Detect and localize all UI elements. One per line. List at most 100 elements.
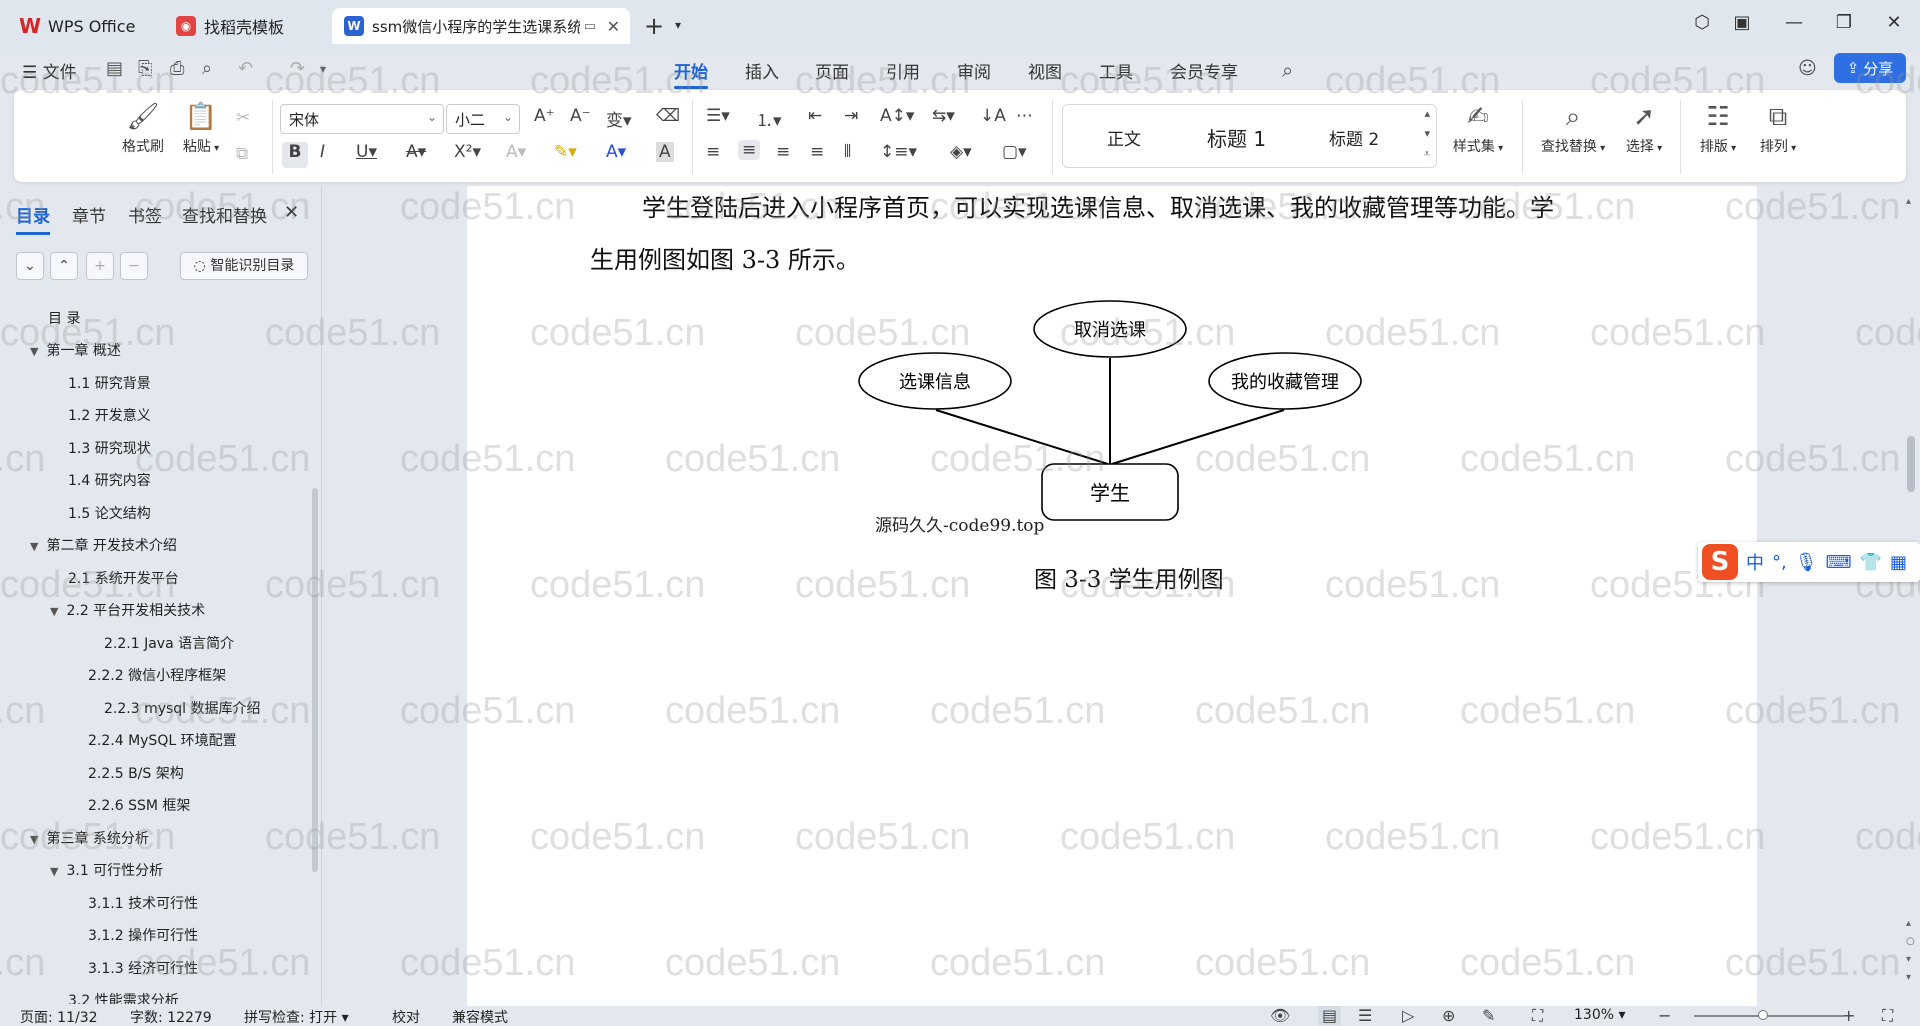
cube-icon[interactable]: ⬡ <box>1688 12 1716 33</box>
toc-entry-11[interactable]: 2.2.2 微信小程序框架 <box>88 665 226 685</box>
outline-view-icon[interactable]: ☰ <box>1358 1006 1372 1025</box>
toc-entry-16[interactable]: ▼ 第三章 系统分析 <box>30 828 149 848</box>
toc-entry-19[interactable]: 3.1.2 操作可行性 <box>88 925 198 945</box>
menu-member[interactable]: 会员专享 <box>1170 58 1238 83</box>
underline-button[interactable]: U▾ <box>356 142 377 162</box>
remove-entry-icon[interactable]: − <box>120 252 148 280</box>
fullscreen-icon[interactable]: ⛶ <box>1882 1006 1893 1026</box>
eye-protection-icon[interactable]: 👁 <box>1270 1006 1290 1025</box>
skin-shirt-icon[interactable]: 👕 <box>1860 552 1882 573</box>
zoom-slider[interactable] <box>1694 1015 1844 1017</box>
redo-icon[interactable]: ↷ <box>290 58 305 79</box>
toc-entry-10[interactable]: 2.2.1 Java 语言简介 <box>104 633 234 653</box>
add-entry-icon[interactable]: + <box>86 252 114 280</box>
font-name-select[interactable]: 宋体 ⌄ <box>280 104 444 134</box>
restore-icon[interactable]: ❐ <box>1830 12 1858 33</box>
ime-language[interactable]: 中 <box>1746 549 1764 575</box>
font-size-select[interactable]: 小二 ⌄ <box>446 104 520 134</box>
toc-entry-4[interactable]: 1.3 研究现状 <box>68 438 151 458</box>
tab-docer-templates[interactable]: ◉ 找稻壳模板 <box>164 8 324 44</box>
toc-entry-13[interactable]: 2.2.4 MySQL 环境配置 <box>88 730 237 750</box>
select-button[interactable]: ➚ 选择 ▾ <box>1616 102 1672 156</box>
zoom-select[interactable]: 130% ▾ <box>1574 1007 1626 1023</box>
spell-check-toggle[interactable]: 拼写检查: 打开 ▾ <box>244 1007 349 1026</box>
tab-list-chevron-icon[interactable]: ▾ <box>664 18 692 32</box>
page-view-icon[interactable]: ▤ <box>1318 1006 1342 1025</box>
toc-entry-8[interactable]: 2.1 系统开发平台 <box>68 568 179 588</box>
zoom-slider-handle[interactable] <box>1758 1010 1768 1020</box>
word-count[interactable]: 字数: 12279 <box>130 1007 212 1026</box>
toc-entry-7[interactable]: ▼ 第二章 开发技术介绍 <box>30 535 177 555</box>
scroll-dot-icon[interactable]: ○ <box>1906 936 1915 947</box>
proofread-button[interactable]: 校对 <box>392 1007 420 1026</box>
keyboard-icon[interactable]: ⌨ <box>1826 552 1852 573</box>
cut-icon[interactable]: ✂ <box>236 108 250 128</box>
scroll-down-icon[interactable]: ▾ <box>1906 972 1911 983</box>
minimize-icon[interactable]: — <box>1780 12 1808 33</box>
style-set-button[interactable]: ✍ 样式集 ▾ <box>1444 102 1512 156</box>
toc-entry-6[interactable]: 1.5 论文结构 <box>68 503 151 523</box>
toc-entry-2[interactable]: 1.1 研究背景 <box>68 373 151 393</box>
style-heading-2[interactable]: 标题 2 <box>1329 125 1379 150</box>
fit-page-icon[interactable]: ⛶ <box>1532 1006 1543 1026</box>
zoom-out-icon[interactable]: − <box>1658 1006 1671 1025</box>
toc-entry-0[interactable]: 目 录 <box>48 308 80 328</box>
gallery-expand-icon[interactable]: ⩡ <box>1424 147 1430 161</box>
scroll-up-icon[interactable]: ▴ <box>1906 196 1911 207</box>
clear-format-icon[interactable]: ⌫ <box>656 106 680 126</box>
file-menu[interactable]: ☰ 文件 <box>22 58 77 83</box>
microphone-icon[interactable]: 🎙 <box>1795 552 1818 573</box>
justify-icon[interactable]: ≡ <box>810 142 824 162</box>
toc-entry-21[interactable]: 3.2 性能需求分析 <box>68 990 179 1004</box>
expand-up-icon[interactable]: ⌃ <box>50 252 78 280</box>
borders-icon[interactable]: ▢▾ <box>1002 142 1027 162</box>
toc-entry-5[interactable]: 1.4 研究内容 <box>68 470 151 490</box>
bold-button[interactable]: B <box>282 142 308 168</box>
sort-icon[interactable]: ↓A <box>980 106 1006 126</box>
shrink-font-icon[interactable]: A⁻ <box>570 106 591 126</box>
quick-access-chevron-icon[interactable]: ▾ <box>320 62 326 76</box>
share-button[interactable]: ⇪ 分享 <box>1834 53 1906 83</box>
gallery-scroll-up-icon[interactable]: ▴ <box>1424 107 1430 120</box>
zoom-in-icon[interactable]: + <box>1842 1006 1855 1025</box>
scroll-thumb[interactable] <box>1907 436 1915 492</box>
char-shading-icon[interactable]: A <box>656 142 674 162</box>
numbering-icon[interactable]: ⒈▾ <box>756 106 782 131</box>
menu-references[interactable]: 引用 <box>886 58 920 83</box>
toc-entry-15[interactable]: 2.2.6 SSM 框架 <box>88 795 190 815</box>
scroll-up-icon[interactable]: ▴ <box>1906 918 1911 929</box>
bullets-icon[interactable]: ☰▾ <box>706 106 730 126</box>
tab-wps-office[interactable]: W WPS Office <box>8 8 154 44</box>
close-window-icon[interactable]: ✕ <box>1880 12 1908 33</box>
arrange-button[interactable]: ⧉ 排列 ▾ <box>1750 102 1806 156</box>
save-icon[interactable]: ▤ <box>106 58 123 79</box>
convert-icon[interactable]: ⇆▾ <box>932 106 955 126</box>
copy-icon[interactable]: ⧉ <box>236 144 248 164</box>
increase-indent-icon[interactable]: ⇥ <box>844 106 858 126</box>
italic-button[interactable]: I <box>320 142 325 162</box>
align-center-icon[interactable]: ≡ <box>738 140 761 160</box>
grow-font-icon[interactable]: A⁺ <box>534 106 555 126</box>
print-icon[interactable]: ⎙ <box>170 58 184 79</box>
show-marks-icon[interactable]: ⋯ <box>1016 106 1033 126</box>
punctuation-icon[interactable]: °, <box>1772 552 1787 573</box>
text-effect-button[interactable]: A▾ <box>506 142 526 162</box>
undo-icon[interactable]: ↶ <box>238 58 253 79</box>
distribute-icon[interactable]: ⫴ <box>844 142 851 162</box>
tab-document[interactable]: W ssm微信小程序的学生选课系统 ▭ ✕ <box>332 8 630 44</box>
shading-icon[interactable]: ◈▾ <box>950 142 972 162</box>
highlight-icon[interactable]: ✎▾ <box>554 142 577 162</box>
toc-entry-12[interactable]: 2.2.3 mysql 数据库介绍 <box>104 698 261 718</box>
nav-scrollbar[interactable] <box>312 488 318 872</box>
toc-entry-18[interactable]: 3.1.1 技术可行性 <box>88 893 198 913</box>
style-heading-1[interactable]: 标题 1 <box>1207 123 1266 152</box>
align-right-icon[interactable]: ≡ <box>776 142 790 162</box>
close-pane-icon[interactable]: ✕ <box>284 202 299 223</box>
toc-entry-14[interactable]: 2.2.5 B/S 架构 <box>88 763 184 783</box>
monitor-icon[interactable]: ▭ <box>584 19 596 34</box>
nav-tab-sections[interactable]: 章节 <box>72 202 106 227</box>
collapse-all-icon[interactable]: ⌄ <box>16 252 44 280</box>
web-view-icon[interactable]: ⊕ <box>1442 1006 1455 1025</box>
print-preview-icon[interactable]: ⌕ <box>202 58 212 79</box>
menu-insert[interactable]: 插入 <box>745 58 779 83</box>
